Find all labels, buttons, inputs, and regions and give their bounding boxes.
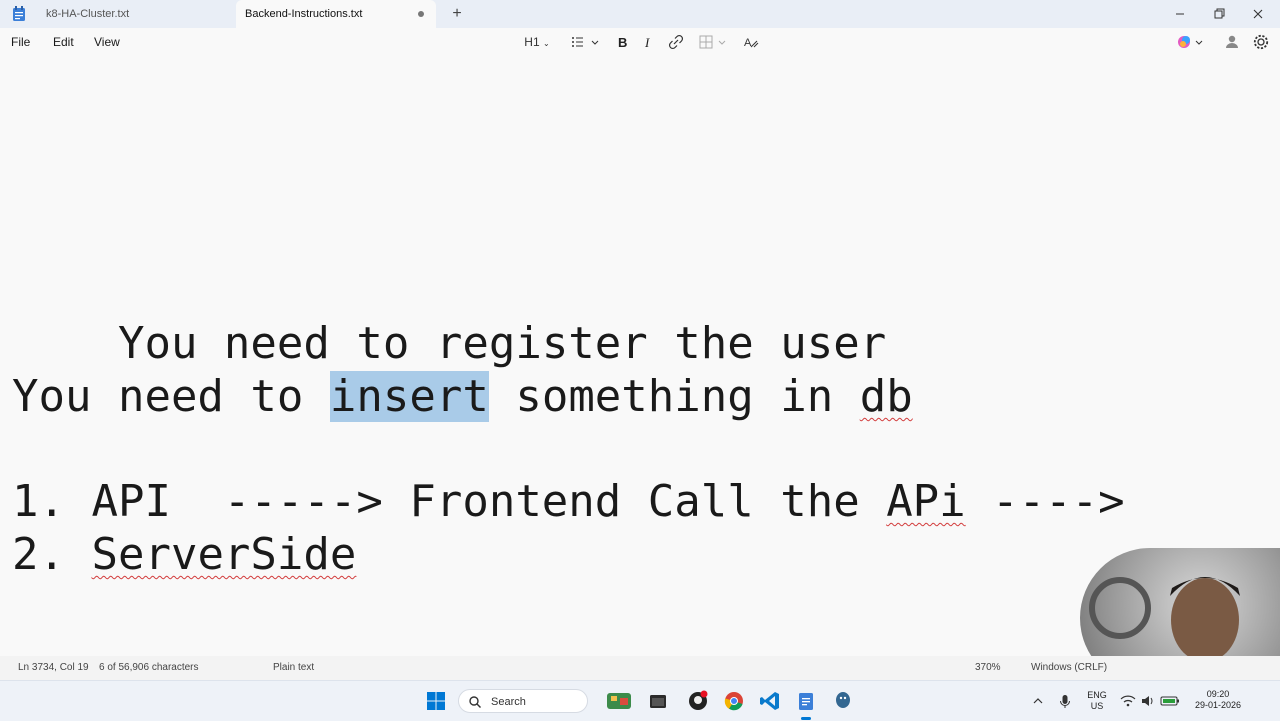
volume-icon[interactable]: [1138, 689, 1158, 713]
search-label: Search: [491, 696, 526, 708]
settings-button[interactable]: [1251, 32, 1271, 52]
unsaved-dot-icon[interactable]: [418, 11, 424, 17]
svg-text:I: I: [644, 35, 650, 50]
heading-label: H1: [524, 35, 540, 49]
file-explorer-icon[interactable]: [646, 689, 670, 713]
account-button[interactable]: [1222, 32, 1242, 52]
clear-formatting-button[interactable]: A: [741, 32, 761, 52]
tab-label: k8-HA-Cluster.txt: [46, 8, 130, 20]
menu-bar: File Edit View H1 ⌄ B I A: [0, 28, 1280, 56]
widgets-icon[interactable]: [604, 689, 634, 713]
taskbar-search[interactable]: Search: [458, 689, 588, 713]
misspelled-word: ServerSide: [91, 529, 357, 580]
line-text: 1. API -----> Frontend Call the: [12, 476, 887, 527]
link-icon: [668, 34, 684, 50]
link-button[interactable]: [666, 32, 686, 52]
copilot-button[interactable]: [1174, 32, 1206, 52]
battery-icon[interactable]: [1158, 689, 1182, 713]
tab-label: Backend-Instructions.txt: [245, 8, 363, 20]
line-text: 2.: [12, 529, 92, 580]
italic-button[interactable]: I: [640, 32, 658, 52]
clock-time: 09:20: [1206, 689, 1230, 699]
editor-line: You need to insert something in db: [12, 371, 913, 423]
menu-edit[interactable]: Edit: [53, 28, 74, 56]
italic-icon: I: [644, 35, 650, 50]
microphone-icon[interactable]: [1056, 689, 1074, 713]
list-icon: [572, 37, 599, 47]
chevron-up-icon[interactable]: [1030, 689, 1046, 713]
close-button[interactable]: [1246, 4, 1270, 24]
windows-icon: [427, 692, 445, 710]
copilot-icon: [1178, 36, 1203, 48]
bold-button[interactable]: B: [614, 32, 632, 52]
table-dropdown[interactable]: [696, 32, 728, 52]
chevron-down-icon: ⌄: [542, 39, 550, 48]
notepad-taskbar-icon[interactable]: [794, 689, 818, 720]
language-indicator[interactable]: ENG US: [1084, 690, 1110, 712]
start-button[interactable]: [424, 689, 448, 713]
minimize-button[interactable]: [1168, 4, 1192, 24]
svg-text:B: B: [618, 35, 627, 50]
cursor-position[interactable]: Ln 3734, Col 19: [18, 656, 89, 680]
line-ending[interactable]: Windows (CRLF): [1031, 656, 1107, 680]
misspelled-word: db: [859, 371, 913, 422]
file-format[interactable]: Plain text: [273, 656, 314, 680]
restore-button[interactable]: [1207, 4, 1231, 24]
postgres-icon[interactable]: [831, 689, 855, 713]
region-code: US: [1090, 701, 1104, 711]
editor-line: 1. API -----> Frontend Call the APi ----…: [12, 476, 1125, 528]
chrome-icon[interactable]: [722, 689, 746, 713]
language-code: ENG: [1087, 690, 1107, 700]
heading-dropdown[interactable]: H1 ⌄: [520, 32, 554, 52]
wifi-icon[interactable]: [1118, 689, 1138, 713]
gear-icon: [1253, 34, 1269, 50]
line-text: You need to: [12, 371, 330, 422]
title-bar: k8-HA-Cluster.txt Backend-Instructions.t…: [0, 0, 1280, 28]
zoom-level[interactable]: 370%: [975, 656, 1001, 680]
table-icon: [699, 35, 726, 49]
clock-date: 29-01-2026: [1194, 700, 1242, 710]
notepad-icon: [12, 6, 26, 22]
user-icon: [1226, 35, 1238, 48]
clock[interactable]: 09:20 29-01-2026: [1186, 689, 1250, 711]
misspelled-word: APi: [886, 476, 966, 527]
tab-k8-ha-cluster[interactable]: k8-HA-Cluster.txt: [34, 0, 234, 28]
line-text: You need to register the user: [117, 318, 887, 369]
line-text: ---->: [965, 476, 1125, 527]
character-count: 6 of 56,906 characters: [99, 662, 199, 673]
svg-text:A: A: [744, 37, 752, 49]
taskbar: Search ENG US 09:20 29-01-2026: [0, 680, 1280, 721]
selected-text: insert: [329, 371, 489, 422]
line-text: something in: [488, 371, 860, 422]
clear-formatting-icon: A: [744, 37, 759, 49]
tab-backend-instructions[interactable]: Backend-Instructions.txt: [236, 0, 436, 28]
new-tab-button[interactable]: +: [448, 4, 466, 24]
menu-view[interactable]: View: [94, 28, 120, 56]
search-icon: [469, 696, 481, 708]
editor-line: 2. ServerSide: [12, 529, 356, 581]
bold-icon: B: [618, 35, 627, 50]
text-editor[interactable]: You need to register the user You need t…: [0, 56, 1280, 656]
github-icon[interactable]: [686, 689, 710, 713]
status-bar: Ln 3734, Col 19 6 of 56,906 characters P…: [0, 656, 1280, 680]
menu-file[interactable]: File: [11, 28, 30, 56]
list-dropdown[interactable]: [568, 32, 600, 52]
vscode-icon[interactable]: [758, 689, 782, 713]
